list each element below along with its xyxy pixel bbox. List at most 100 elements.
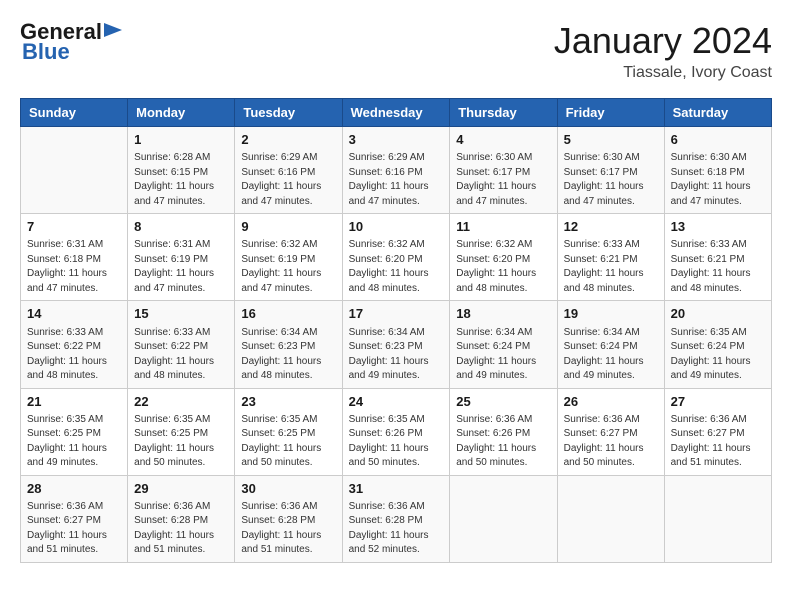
- day-info: Sunrise: 6:31 AM Sunset: 6:19 PM Dayligh…: [134, 238, 228, 296]
- day-info: Sunrise: 6:32 AM Sunset: 6:19 PM Dayligh…: [241, 238, 335, 296]
- day-of-week-header-sunday: Sunday: [21, 99, 128, 127]
- calendar-cell: 5 Sunrise: 6:30 AM Sunset: 6:17 PM Daylig…: [557, 127, 664, 214]
- day-info: Sunrise: 6:30 AM Sunset: 6:18 PM Dayligh…: [671, 151, 765, 209]
- day-number: 7: [27, 218, 121, 236]
- calendar-cell: 15 Sunrise: 6:33 AM Sunset: 6:22 PM Dayli…: [128, 301, 235, 388]
- calendar-cell: 24Sunrise: 6:35 AM Sunset: 6:26 PM Dayli…: [342, 388, 450, 475]
- day-info: Sunrise: 6:28 AM Sunset: 6:15 PM Dayligh…: [134, 151, 228, 209]
- day-info: Sunrise: 6:36 AM Sunset: 6:27 PM Dayligh…: [27, 500, 121, 558]
- calendar-cell: 18 Sunrise: 6:34 AM Sunset: 6:24 PM Dayli…: [450, 301, 557, 388]
- calendar-cell: 6 Sunrise: 6:30 AM Sunset: 6:18 PM Daylig…: [664, 127, 771, 214]
- day-number: 15: [134, 305, 228, 323]
- calendar-cell: 1 Sunrise: 6:28 AM Sunset: 6:15 PM Daylig…: [128, 127, 235, 214]
- calendar-week-row: 28 Sunrise: 6:36 AM Sunset: 6:27 PM Dayli…: [21, 475, 772, 562]
- day-number: 20: [671, 305, 765, 323]
- calendar-cell: 28 Sunrise: 6:36 AM Sunset: 6:27 PM Dayli…: [21, 475, 128, 562]
- day-info: Sunrise: 6:36 AM Sunset: 6:28 PM Dayligh…: [134, 500, 228, 558]
- day-info: Sunrise: 6:34 AM Sunset: 6:23 PM Dayligh…: [349, 326, 444, 384]
- day-number: 12: [564, 218, 658, 236]
- calendar-cell: 21Sunrise: 6:35 AM Sunset: 6:25 PM Dayli…: [21, 388, 128, 475]
- day-of-week-header-wednesday: Wednesday: [342, 99, 450, 127]
- calendar-cell: 4 Sunrise: 6:30 AM Sunset: 6:17 PM Daylig…: [450, 127, 557, 214]
- calendar-cell: 13Sunrise: 6:33 AM Sunset: 6:21 PM Dayli…: [664, 214, 771, 301]
- day-of-week-header-friday: Friday: [557, 99, 664, 127]
- calendar-cell: 14Sunrise: 6:33 AM Sunset: 6:22 PM Dayli…: [21, 301, 128, 388]
- day-number: 18: [456, 305, 550, 323]
- calendar-cell: 7 Sunrise: 6:31 AM Sunset: 6:18 PM Daylig…: [21, 214, 128, 301]
- day-number: 3: [349, 131, 444, 149]
- day-info: Sunrise: 6:31 AM Sunset: 6:18 PM Dayligh…: [27, 238, 121, 296]
- day-info: Sunrise: 6:33 AM Sunset: 6:22 PM Dayligh…: [134, 326, 228, 384]
- day-number: 28: [27, 480, 121, 498]
- day-info: Sunrise: 6:36 AM Sunset: 6:27 PM Dayligh…: [671, 413, 765, 471]
- day-info: Sunrise: 6:36 AM Sunset: 6:27 PM Dayligh…: [564, 413, 658, 471]
- day-info: Sunrise: 6:33 AM Sunset: 6:21 PM Dayligh…: [671, 238, 765, 296]
- day-number: 19: [564, 305, 658, 323]
- logo-blue-text: Blue: [22, 40, 70, 64]
- day-of-week-header-saturday: Saturday: [664, 99, 771, 127]
- calendar-cell: 9Sunrise: 6:32 AM Sunset: 6:19 PM Daylig…: [235, 214, 342, 301]
- day-number: 29: [134, 480, 228, 498]
- calendar-cell: [21, 127, 128, 214]
- calendar-cell: 31Sunrise: 6:36 AM Sunset: 6:28 PM Dayli…: [342, 475, 450, 562]
- day-number: 27: [671, 393, 765, 411]
- day-info: Sunrise: 6:34 AM Sunset: 6:23 PM Dayligh…: [241, 326, 335, 384]
- calendar-cell: 8 Sunrise: 6:31 AM Sunset: 6:19 PM Daylig…: [128, 214, 235, 301]
- month-year-title: January 2024: [554, 20, 772, 62]
- day-number: 2: [241, 131, 335, 149]
- day-info: Sunrise: 6:33 AM Sunset: 6:21 PM Dayligh…: [564, 238, 658, 296]
- day-info: Sunrise: 6:30 AM Sunset: 6:17 PM Dayligh…: [456, 151, 550, 209]
- calendar-cell: 23 Sunrise: 6:35 AM Sunset: 6:25 PM Dayli…: [235, 388, 342, 475]
- day-number: 10: [349, 218, 444, 236]
- day-number: 22: [134, 393, 228, 411]
- calendar-week-row: 14Sunrise: 6:33 AM Sunset: 6:22 PM Dayli…: [21, 301, 772, 388]
- calendar-table: SundayMondayTuesdayWednesdayThursdayFrid…: [20, 98, 772, 563]
- calendar-cell: [664, 475, 771, 562]
- day-number: 5: [564, 131, 658, 149]
- day-info: Sunrise: 6:33 AM Sunset: 6:22 PM Dayligh…: [27, 326, 121, 384]
- calendar-cell: [450, 475, 557, 562]
- day-info: Sunrise: 6:29 AM Sunset: 6:16 PM Dayligh…: [241, 151, 335, 209]
- day-number: 6: [671, 131, 765, 149]
- day-info: Sunrise: 6:29 AM Sunset: 6:16 PM Dayligh…: [349, 151, 444, 209]
- page-header: General Blue January 2024 Tiassale, Ivor…: [20, 20, 772, 82]
- calendar-cell: 29 Sunrise: 6:36 AM Sunset: 6:28 PM Dayli…: [128, 475, 235, 562]
- calendar-cell: 17 Sunrise: 6:34 AM Sunset: 6:23 PM Dayli…: [342, 301, 450, 388]
- calendar-cell: 25 Sunrise: 6:36 AM Sunset: 6:26 PM Dayli…: [450, 388, 557, 475]
- day-of-week-header-monday: Monday: [128, 99, 235, 127]
- location-subtitle: Tiassale, Ivory Coast: [554, 64, 772, 82]
- calendar-cell: 3 Sunrise: 6:29 AM Sunset: 6:16 PM Daylig…: [342, 127, 450, 214]
- day-number: 26: [564, 393, 658, 411]
- day-info: Sunrise: 6:35 AM Sunset: 6:25 PM Dayligh…: [134, 413, 228, 471]
- calendar-cell: 12 Sunrise: 6:33 AM Sunset: 6:21 PM Dayli…: [557, 214, 664, 301]
- day-number: 23: [241, 393, 335, 411]
- calendar-cell: 19Sunrise: 6:34 AM Sunset: 6:24 PM Dayli…: [557, 301, 664, 388]
- day-number: 30: [241, 480, 335, 498]
- day-number: 25: [456, 393, 550, 411]
- calendar-cell: 20Sunrise: 6:35 AM Sunset: 6:24 PM Dayli…: [664, 301, 771, 388]
- day-info: Sunrise: 6:35 AM Sunset: 6:25 PM Dayligh…: [241, 413, 335, 471]
- calendar-week-row: 1 Sunrise: 6:28 AM Sunset: 6:15 PM Daylig…: [21, 127, 772, 214]
- calendar-header-row: SundayMondayTuesdayWednesdayThursdayFrid…: [21, 99, 772, 127]
- day-number: 31: [349, 480, 444, 498]
- calendar-cell: 11Sunrise: 6:32 AM Sunset: 6:20 PM Dayli…: [450, 214, 557, 301]
- day-info: Sunrise: 6:36 AM Sunset: 6:28 PM Dayligh…: [241, 500, 335, 558]
- day-info: Sunrise: 6:30 AM Sunset: 6:17 PM Dayligh…: [564, 151, 658, 209]
- calendar-week-row: 7 Sunrise: 6:31 AM Sunset: 6:18 PM Daylig…: [21, 214, 772, 301]
- calendar-cell: 22 Sunrise: 6:35 AM Sunset: 6:25 PM Dayli…: [128, 388, 235, 475]
- calendar-cell: [557, 475, 664, 562]
- day-info: Sunrise: 6:36 AM Sunset: 6:26 PM Dayligh…: [456, 413, 550, 471]
- calendar-week-row: 21Sunrise: 6:35 AM Sunset: 6:25 PM Dayli…: [21, 388, 772, 475]
- day-of-week-header-thursday: Thursday: [450, 99, 557, 127]
- day-info: Sunrise: 6:32 AM Sunset: 6:20 PM Dayligh…: [456, 238, 550, 296]
- calendar-cell: 27 Sunrise: 6:36 AM Sunset: 6:27 PM Dayli…: [664, 388, 771, 475]
- day-number: 24: [349, 393, 444, 411]
- day-info: Sunrise: 6:34 AM Sunset: 6:24 PM Dayligh…: [456, 326, 550, 384]
- logo-arrow-icon: [104, 23, 122, 37]
- day-number: 8: [134, 218, 228, 236]
- day-of-week-header-tuesday: Tuesday: [235, 99, 342, 127]
- calendar-cell: 26 Sunrise: 6:36 AM Sunset: 6:27 PM Dayli…: [557, 388, 664, 475]
- day-number: 17: [349, 305, 444, 323]
- day-number: 1: [134, 131, 228, 149]
- day-number: 4: [456, 131, 550, 149]
